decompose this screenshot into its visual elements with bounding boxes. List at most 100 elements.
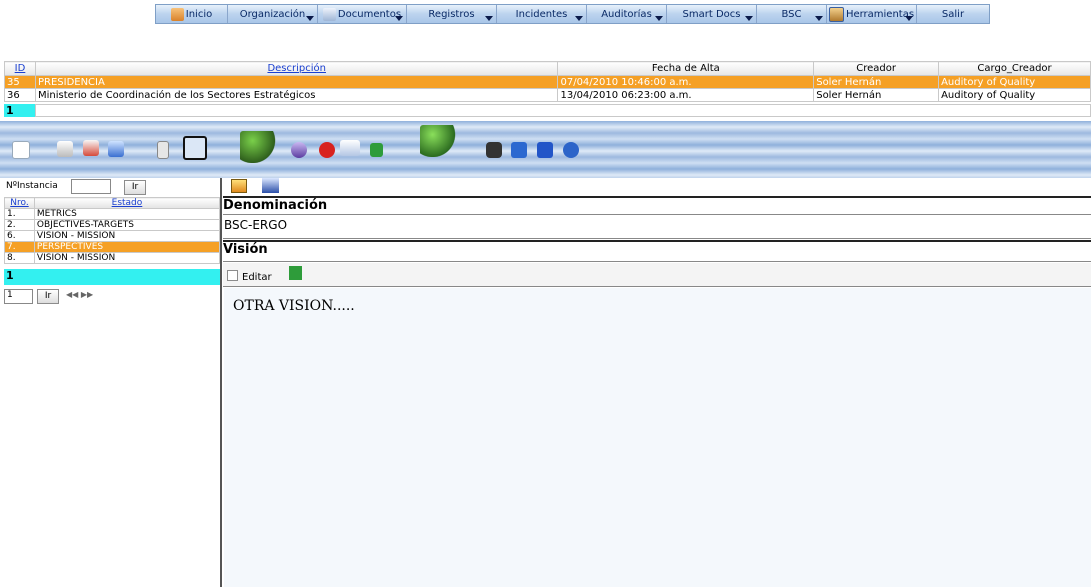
cell-creador: Soler Hernán bbox=[813, 75, 940, 89]
table-row[interactable]: 36 Ministerio de Coordinación de los Sec… bbox=[4, 88, 1091, 102]
cancel-icon[interactable] bbox=[319, 142, 335, 158]
cell-nro: 7. bbox=[4, 241, 35, 253]
menu-registros[interactable]: Registros bbox=[407, 5, 497, 23]
list-item[interactable]: 7. PERSPECTIVES bbox=[4, 241, 221, 253]
chevron-down-icon bbox=[306, 16, 314, 21]
organization-grid: ID Descripción Fecha de Alta Creador Car… bbox=[4, 61, 1091, 102]
refresh-icon[interactable] bbox=[370, 143, 383, 157]
table-row[interactable]: 35 PRESIDENCIA 07/04/2010 10:46:00 a.m. … bbox=[4, 75, 1091, 89]
chevron-down-icon bbox=[815, 16, 823, 21]
col-header-estado[interactable]: Estado bbox=[33, 197, 221, 209]
cell-fecha: 07/04/2010 10:46:00 a.m. bbox=[557, 75, 815, 89]
chevron-down-icon bbox=[575, 16, 583, 21]
editar-row: Editar bbox=[223, 263, 1091, 287]
cell-id: 36 bbox=[4, 88, 36, 102]
page-nav-arrows[interactable]: ◀◀ ▶▶ bbox=[66, 290, 93, 299]
menu-smart-docs[interactable]: Smart Docs bbox=[667, 5, 757, 23]
list-item[interactable]: 6. VISION - MISSION bbox=[4, 230, 221, 242]
instancia-label: NºInstancia bbox=[6, 181, 58, 191]
document-icon bbox=[322, 7, 336, 21]
cell-creador: Soler Hernán bbox=[813, 88, 940, 102]
menu-inicio[interactable]: Inicio bbox=[156, 5, 228, 23]
cell-estado: VISION - MISSION bbox=[33, 252, 221, 264]
menu-organizacion[interactable]: Organización bbox=[228, 5, 318, 23]
main-menu-bar: Inicio Organización Documentos Registros… bbox=[155, 4, 990, 24]
editar-checkbox[interactable] bbox=[227, 270, 238, 281]
vision-content[interactable]: OTRA VISION..... bbox=[224, 288, 1091, 587]
col-header-cargo: Cargo_Creador bbox=[938, 61, 1091, 76]
chevron-down-icon bbox=[655, 16, 663, 21]
menu-documentos[interactable]: Documentos bbox=[318, 5, 407, 23]
page-input[interactable]: 1 bbox=[4, 289, 33, 304]
cell-descripcion: PRESIDENCIA bbox=[34, 75, 559, 89]
workflow-icon[interactable] bbox=[240, 131, 282, 163]
tools-icon bbox=[828, 6, 844, 22]
menu-registros-label: Registros bbox=[428, 8, 475, 20]
top-grid-page-1[interactable]: 1 bbox=[4, 104, 35, 117]
menu-herramientas[interactable]: Herramientas bbox=[827, 5, 917, 23]
page-ir-button[interactable]: Ir bbox=[37, 289, 59, 304]
cell-nro: 6. bbox=[4, 230, 35, 242]
menu-organizacion-label: Organización bbox=[239, 8, 306, 20]
back-icon[interactable] bbox=[537, 142, 553, 158]
col-header-descripcion[interactable]: Descripción bbox=[34, 61, 559, 76]
new-document-icon[interactable] bbox=[12, 141, 30, 159]
menu-inicio-label: Inicio bbox=[185, 8, 213, 20]
state-grid: Nro. Estado 1. METRICS 2. OBJECTIVES-TARGE… bbox=[4, 197, 221, 264]
menu-bsc-label: BSC bbox=[781, 8, 802, 20]
menu-incidentes[interactable]: Incidentes bbox=[497, 5, 587, 23]
menu-smart-docs-label: Smart Docs bbox=[682, 8, 741, 20]
menu-auditorias-label: Auditorías bbox=[601, 8, 652, 20]
cell-estado: METRICS bbox=[33, 208, 221, 220]
ir-button[interactable]: Ir bbox=[124, 180, 146, 195]
notebook-icon[interactable] bbox=[262, 178, 279, 193]
denominacion-value: BSC-ERGO bbox=[223, 218, 1091, 239]
toolbar-band bbox=[0, 121, 1091, 178]
list-item[interactable]: 1. METRICS bbox=[4, 208, 221, 220]
cell-id: 35 bbox=[4, 75, 36, 89]
next-step-icon[interactable] bbox=[486, 142, 502, 158]
attach-icon[interactable] bbox=[157, 141, 169, 159]
chevron-down-icon bbox=[485, 16, 493, 21]
col-header-nro[interactable]: Nro. bbox=[4, 197, 35, 209]
list-item[interactable]: 2. OBJECTIVES-TARGETS bbox=[4, 219, 221, 231]
binoculars-icon[interactable] bbox=[108, 141, 124, 157]
help-icon[interactable] bbox=[563, 142, 579, 158]
refresh-icon[interactable] bbox=[289, 266, 302, 280]
menu-herramientas-label: Herramientas bbox=[845, 8, 915, 20]
save-icon[interactable] bbox=[231, 179, 247, 193]
vision-title: Visión bbox=[223, 240, 1091, 262]
cell-nro: 1. bbox=[4, 208, 35, 220]
menu-documentos-label: Documentos bbox=[337, 8, 402, 20]
cell-descripcion: Ministerio de Coordinación de los Sector… bbox=[34, 88, 559, 102]
menu-incidentes-label: Incidentes bbox=[515, 8, 568, 20]
cell-estado: OBJECTIVES-TARGETS bbox=[33, 219, 221, 231]
chevron-down-icon bbox=[745, 16, 753, 21]
cell-cargo: Auditory of Quality bbox=[938, 88, 1091, 102]
chevron-down-icon bbox=[395, 16, 403, 21]
col-header-creador: Creador bbox=[813, 61, 940, 76]
cell-nro: 8. bbox=[4, 252, 35, 264]
window-icon[interactable] bbox=[511, 142, 527, 158]
workflow-map-icon[interactable] bbox=[420, 125, 462, 157]
menu-salir-label: Salir bbox=[941, 8, 965, 20]
cell-cargo: Auditory of Quality bbox=[938, 75, 1091, 89]
menu-auditorias[interactable]: Auditorías bbox=[587, 5, 667, 23]
home-icon bbox=[170, 7, 184, 21]
undo-icon[interactable] bbox=[291, 142, 307, 158]
chevron-down-icon bbox=[905, 16, 913, 21]
list-item[interactable]: 8. VISION - MISSION bbox=[4, 252, 221, 264]
state-grid-page-1[interactable]: 1 bbox=[4, 269, 220, 285]
checklist-icon[interactable] bbox=[83, 140, 99, 156]
menu-salir[interactable]: Salir bbox=[917, 5, 989, 23]
instancia-input[interactable] bbox=[71, 179, 111, 194]
cell-nro: 2. bbox=[4, 219, 35, 231]
open-document-icon[interactable] bbox=[57, 141, 73, 157]
col-header-id[interactable]: ID bbox=[4, 61, 36, 76]
menu-bsc[interactable]: BSC bbox=[757, 5, 827, 23]
cell-fecha: 13/04/2010 06:23:00 a.m. bbox=[557, 88, 815, 102]
attach-selected-icon[interactable] bbox=[183, 136, 207, 160]
top-grid-pager-fill bbox=[35, 104, 1091, 117]
search-document-icon[interactable] bbox=[340, 140, 360, 156]
cell-estado: PERSPECTIVES bbox=[33, 241, 221, 253]
